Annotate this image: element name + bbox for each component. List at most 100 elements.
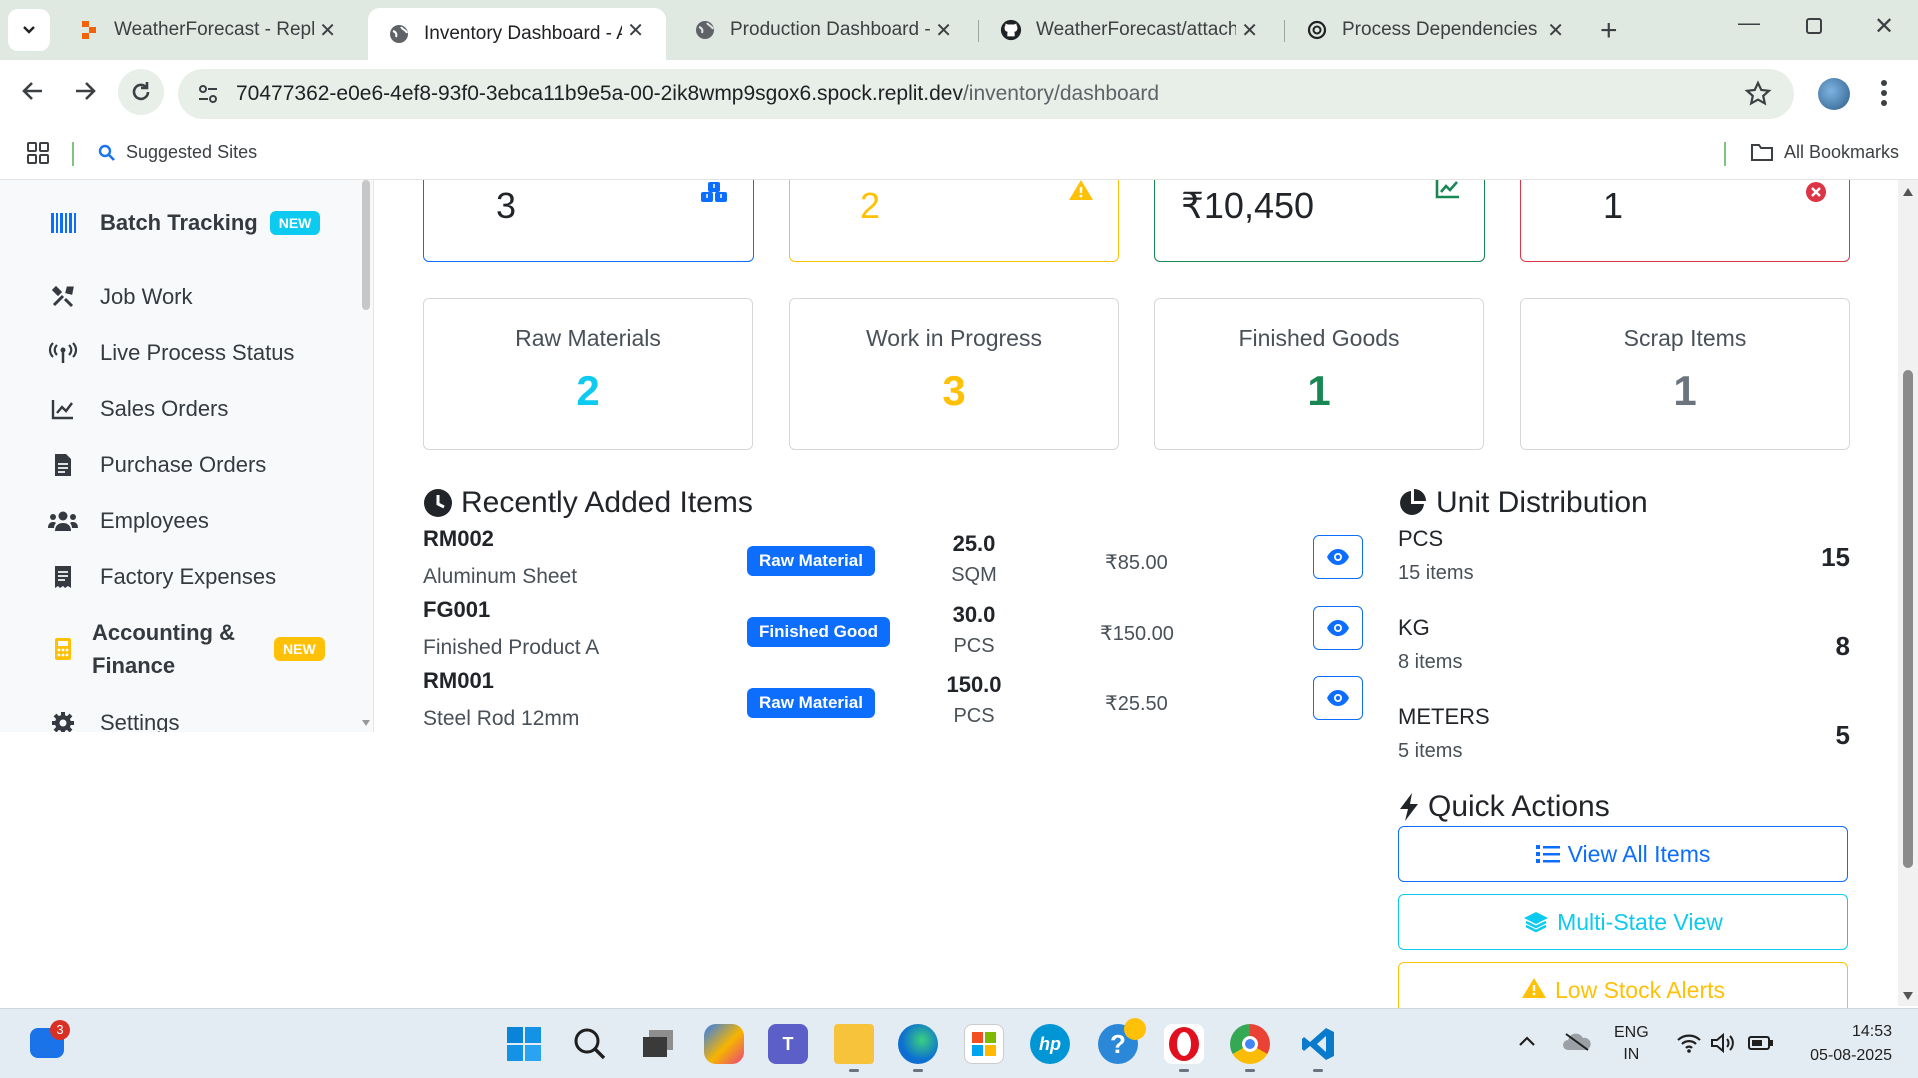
chevron-down-icon xyxy=(23,26,35,34)
sidebar-item-job-work[interactable]: Job Work xyxy=(48,282,193,312)
tab-search-button[interactable] xyxy=(8,9,50,51)
close-icon[interactable]: ✕ xyxy=(627,18,644,43)
warning-icon xyxy=(1068,180,1094,206)
receipt-icon xyxy=(48,562,78,592)
sidebar-item-sales-orders[interactable]: Sales Orders xyxy=(48,394,228,424)
sidebar-item-settings[interactable]: Settings xyxy=(48,708,180,732)
task-view-icon[interactable] xyxy=(638,1024,678,1064)
address-bar[interactable]: 70477362-e0e6-4ef8-93f0-3ebca11b9e5a-00-… xyxy=(178,69,1794,119)
sidebar-item-factory-expenses[interactable]: Factory Expenses xyxy=(48,562,276,592)
wifi-icon[interactable] xyxy=(1676,1032,1702,1059)
suggested-sites-link[interactable]: Suggested Sites xyxy=(98,142,257,163)
url-path: /inventory/dashboard xyxy=(962,82,1160,105)
close-icon[interactable]: ✕ xyxy=(935,18,952,43)
url-host: 70477362-e0e6-4ef8-93f0-3ebca11b9e5a-00-… xyxy=(236,82,963,105)
chrome-icon[interactable] xyxy=(1230,1024,1270,1064)
multi-state-view-button[interactable]: Multi-State View xyxy=(1398,894,1848,950)
bookmark-separator xyxy=(72,142,74,166)
volume-icon[interactable] xyxy=(1710,1032,1736,1059)
onedrive-icon[interactable] xyxy=(1562,1032,1592,1057)
site-settings-icon[interactable] xyxy=(196,82,220,111)
new-tab-button[interactable]: + xyxy=(1600,14,1618,48)
arrow-right-icon xyxy=(76,82,96,100)
sidebar-item-batch-tracking[interactable]: Batch Tracking NEW xyxy=(48,208,321,238)
back-button[interactable] xyxy=(20,78,46,111)
profile-avatar[interactable] xyxy=(1818,78,1850,110)
view-item-button[interactable] xyxy=(1313,606,1363,650)
stat-card-out-of-stock: 1 xyxy=(1520,180,1850,262)
globe-icon xyxy=(694,19,716,41)
all-bookmarks-button[interactable]: All Bookmarks xyxy=(1750,141,1899,163)
view-all-items-button[interactable]: View All Items xyxy=(1398,826,1848,882)
stat-value: 1 xyxy=(1603,185,1624,226)
running-indicator xyxy=(1245,1069,1255,1072)
stat-value: 3 xyxy=(496,185,517,226)
close-window-button[interactable]: ✕ xyxy=(1874,12,1894,41)
tab-title: WeatherForecast - Replit xyxy=(114,19,314,40)
sidebar-item-live-process-status[interactable]: Live Process Status xyxy=(48,338,294,368)
item-type-badge: Raw Material xyxy=(747,688,875,718)
scroll-down-arrow[interactable] xyxy=(1903,992,1913,1000)
page-scroll-thumb[interactable] xyxy=(1903,370,1913,868)
apps-grid-icon[interactable] xyxy=(26,141,50,170)
close-icon[interactable]: ✕ xyxy=(1241,18,1258,43)
sidebar-item-label-line2: Finance xyxy=(92,653,176,678)
sidebar-item-purchase-orders[interactable]: Purchase Orders xyxy=(48,450,266,480)
sidebar-item-label: Purchase Orders xyxy=(100,452,267,477)
close-icon[interactable]: ✕ xyxy=(1547,18,1564,43)
boxes-icon xyxy=(700,181,728,208)
tab-weatherforecast-replit[interactable]: WeatherForecast - Replit ✕ xyxy=(58,8,358,52)
item-price: ₹150.00 xyxy=(1100,623,1174,645)
warning-icon xyxy=(1521,978,1546,998)
battery-icon[interactable] xyxy=(1748,1035,1774,1056)
vscode-icon[interactable] xyxy=(1298,1024,1338,1064)
bookmark-star-icon[interactable] xyxy=(1744,80,1772,113)
summary-label: Finished Goods xyxy=(1238,325,1400,351)
item-unit: PCS xyxy=(953,635,995,657)
tab-process-dependencies[interactable]: Process Dependencies O ✕ xyxy=(1286,8,1586,52)
restore-button[interactable] xyxy=(1806,18,1822,34)
gear-icon xyxy=(48,708,78,732)
scroll-up-arrow[interactable] xyxy=(1903,188,1913,196)
windows-start-icon[interactable] xyxy=(504,1024,544,1064)
tab-inventory-dashboard[interactable]: Inventory Dashboard - AI ✕ xyxy=(368,8,666,60)
microsoft-store-icon[interactable] xyxy=(964,1024,1004,1064)
copilot-icon[interactable] xyxy=(704,1024,744,1064)
unit-items-count: 5 items xyxy=(1398,740,1463,762)
reload-button[interactable] xyxy=(118,69,164,115)
scroll-down-arrow[interactable] xyxy=(362,720,370,726)
clock[interactable]: 14:53 05-08-2025 xyxy=(1796,1020,1892,1068)
quick-actions-heading: Quick Actions xyxy=(1398,790,1610,824)
minimize-button[interactable]: — xyxy=(1738,10,1760,36)
forward-button[interactable] xyxy=(72,78,98,111)
opera-icon[interactable] xyxy=(1164,1024,1204,1064)
github-icon xyxy=(1000,19,1022,41)
tab-production-dashboard[interactable]: Production Dashboard - I ✕ xyxy=(674,8,974,52)
close-icon[interactable]: ✕ xyxy=(319,18,336,43)
search-icon[interactable] xyxy=(570,1024,610,1064)
view-item-button[interactable] xyxy=(1313,535,1363,579)
page-scrollbar[interactable] xyxy=(1898,180,1918,1006)
sidebar-scroll-thumb[interactable] xyxy=(362,180,370,310)
sidebar-item-employees[interactable]: Employees xyxy=(48,506,209,536)
summary-label: Raw Materials xyxy=(515,325,661,351)
menu-kebab-icon[interactable] xyxy=(1880,78,1888,113)
openai-icon xyxy=(1306,19,1328,41)
hp-icon[interactable]: hp xyxy=(1030,1024,1070,1064)
time-label: 14:53 xyxy=(1851,1023,1892,1040)
teams-icon[interactable]: T xyxy=(768,1024,808,1064)
low-stock-alerts-label: Low Stock Alerts xyxy=(1554,977,1726,1003)
tab-separator xyxy=(978,20,979,42)
sidebar-scrollbar[interactable] xyxy=(362,180,370,732)
chevron-up-icon[interactable] xyxy=(1518,1034,1536,1052)
language-indicator[interactable]: ENG IN xyxy=(1614,1022,1649,1066)
file-explorer-icon[interactable] xyxy=(834,1024,874,1064)
tab-github[interactable]: WeatherForecast/attache ✕ xyxy=(980,8,1280,52)
tools-icon xyxy=(48,282,78,312)
edge-icon[interactable] xyxy=(898,1024,938,1064)
item-code: FG001 xyxy=(423,597,491,622)
url-text[interactable]: 70477362-e0e6-4ef8-93f0-3ebca11b9e5a-00-… xyxy=(236,82,1159,106)
low-stock-alerts-button[interactable]: Low Stock Alerts xyxy=(1398,962,1848,1008)
view-item-button[interactable] xyxy=(1313,676,1363,720)
sidebar-item-accounting-finance[interactable]: Accounting & Finance NEW xyxy=(48,616,325,682)
